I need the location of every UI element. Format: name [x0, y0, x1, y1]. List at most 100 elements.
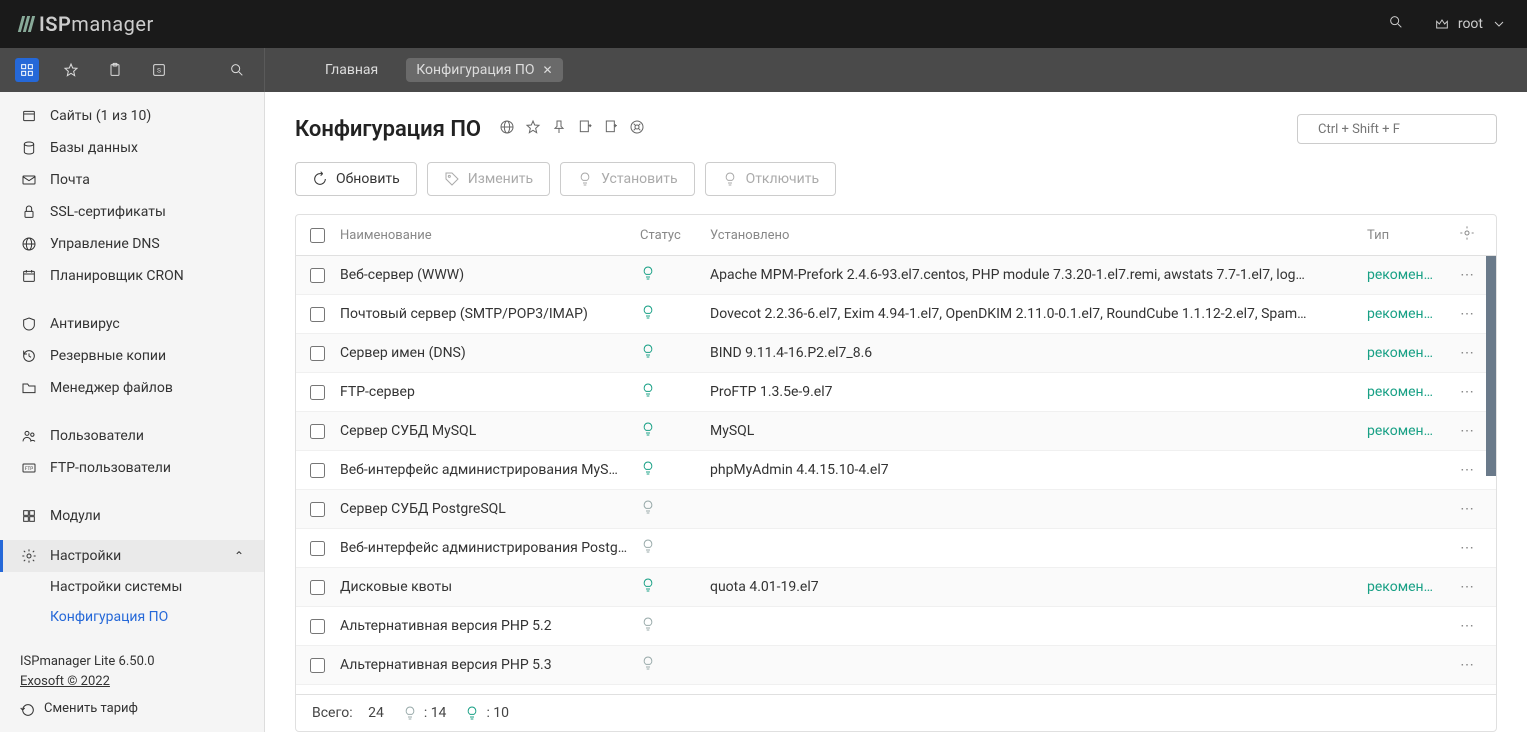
column-status-header[interactable]: Статус — [640, 228, 710, 243]
table-footer: Всего: 24 : 14 : 10 — [296, 694, 1496, 731]
logo[interactable]: ISPmanager — [20, 12, 154, 36]
table-row[interactable]: Сервер СУБД PostgreSQL⋯ — [296, 490, 1496, 529]
row-checkbox[interactable] — [310, 502, 325, 517]
sidebar-item-label: Сайты (1 из 10) — [50, 108, 151, 124]
breadcrumb-active-tab[interactable]: Конфигурация ПО ✕ — [406, 58, 562, 82]
row-checkbox[interactable] — [310, 463, 325, 478]
table-row[interactable]: Альтернативная версия PHP 5.4⋯ — [296, 685, 1496, 694]
row-menu-icon[interactable]: ⋯ — [1452, 306, 1482, 322]
sidebar-item-db[interactable]: Базы данных — [0, 132, 264, 164]
bulb-status-icon — [640, 616, 656, 632]
table-row[interactable]: FTP-серверProFTP 1.3.5e-9.el7рекомен…⋯ — [296, 373, 1496, 412]
copyright-link[interactable]: Exosoft © 2022 — [20, 674, 110, 689]
install-button[interactable]: Установить — [560, 162, 694, 196]
row-checkbox[interactable] — [310, 424, 325, 439]
gear-column-icon[interactable] — [1452, 225, 1482, 245]
row-menu-icon[interactable]: ⋯ — [1452, 423, 1482, 439]
table-row[interactable]: Сервер имен (DNS)BIND 9.11.4-16.P2.el7_8… — [296, 334, 1496, 373]
sidebar-item-av[interactable]: Антивирус — [0, 308, 264, 340]
change-tariff-button[interactable]: Сменить тариф — [20, 699, 244, 720]
row-menu-icon[interactable]: ⋯ — [1452, 501, 1482, 517]
row-checkbox[interactable] — [310, 619, 325, 634]
user-menu[interactable]: root — [1434, 16, 1507, 32]
site-icon — [20, 107, 38, 125]
chevron-up-icon: ⌃ — [234, 549, 244, 563]
page-search[interactable] — [1297, 114, 1497, 144]
sidebar-item-mod[interactable]: Модули — [0, 500, 264, 532]
row-name: Дисковые квоты — [340, 579, 640, 595]
column-installed-header[interactable]: Установлено — [710, 228, 1367, 243]
table-row[interactable]: Веб-сервер (WWW)Apache MPM-Prefork 2.4.6… — [296, 256, 1496, 295]
table-row[interactable]: Веб-интерфейс администрирования MyS…phpM… — [296, 451, 1496, 490]
sidebar-item-cron[interactable]: Планировщик CRON — [0, 260, 264, 292]
star-icon[interactable] — [59, 58, 83, 82]
close-icon[interactable]: ✕ — [542, 63, 552, 77]
sidebar-item-backup[interactable]: Резервные копии — [0, 340, 264, 372]
sidebar-item-ssl[interactable]: SSL-сертификаты — [0, 196, 264, 228]
table-row[interactable]: Альтернативная версия PHP 5.3⋯ — [296, 646, 1496, 685]
sidebar-settings-header[interactable]: Настройки ⌃ — [0, 540, 264, 572]
sidebar-item-label: Менеджер файлов — [50, 380, 173, 396]
row-checkbox[interactable] — [310, 541, 325, 556]
s-box-icon[interactable]: S — [147, 58, 171, 82]
row-menu-icon[interactable]: ⋯ — [1452, 462, 1482, 478]
row-checkbox[interactable] — [310, 658, 325, 673]
breadcrumb-home[interactable]: Главная — [315, 58, 388, 82]
bulb-on-icon — [464, 705, 480, 721]
table-row[interactable]: Альтернативная версия PHP 5.2⋯ — [296, 607, 1496, 646]
clipboard-icon[interactable] — [103, 58, 127, 82]
row-installed: ProFTP 1.3.5e-9.el7 — [710, 384, 1367, 400]
globe-icon[interactable] — [499, 119, 515, 139]
bulb-status-icon — [640, 499, 656, 515]
breadcrumb-active-label: Конфигурация ПО — [416, 62, 534, 78]
copy-out-icon[interactable] — [603, 119, 619, 139]
row-menu-icon[interactable]: ⋯ — [1452, 540, 1482, 556]
table-row[interactable]: Сервер СУБД MySQLMySQLрекомен…⋯ — [296, 412, 1496, 451]
total-label: Всего: — [312, 705, 353, 721]
row-menu-icon[interactable]: ⋯ — [1452, 384, 1482, 400]
row-checkbox[interactable] — [310, 307, 325, 322]
svg-text:S: S — [157, 67, 161, 75]
search-icon[interactable] — [1388, 14, 1404, 34]
star-outline-icon[interactable] — [525, 119, 541, 139]
column-type-header[interactable]: Тип — [1367, 228, 1452, 243]
row-menu-icon[interactable]: ⋯ — [1452, 267, 1482, 283]
row-checkbox[interactable] — [310, 385, 325, 400]
row-checkbox[interactable] — [310, 346, 325, 361]
column-name-header[interactable]: Наименование — [340, 228, 640, 243]
sidebar-item-fm[interactable]: Менеджер файлов — [0, 372, 264, 404]
disable-button[interactable]: Отключить — [705, 162, 837, 196]
refresh-button[interactable]: Обновить — [295, 162, 417, 196]
sidebar-item-users[interactable]: Пользователи — [0, 420, 264, 452]
table-row[interactable]: Веб-интерфейс администрирования Postg…⋯ — [296, 529, 1496, 568]
row-menu-icon[interactable]: ⋯ — [1452, 579, 1482, 595]
menu-tree-icon[interactable] — [15, 58, 39, 82]
sidebar-item-label: Базы данных — [50, 140, 138, 156]
sidebar-item-ftp[interactable]: FTPFTP-пользователи — [0, 452, 264, 484]
sidebar-item-mail[interactable]: Почта — [0, 164, 264, 196]
sidebar-item-site[interactable]: Сайты (1 из 10) — [0, 100, 264, 132]
search-input[interactable] — [1318, 122, 1484, 137]
row-checkbox[interactable] — [310, 268, 325, 283]
row-checkbox[interactable] — [310, 580, 325, 595]
copy-in-icon[interactable] — [577, 119, 593, 139]
help-icon[interactable] — [629, 119, 645, 139]
edit-button[interactable]: Изменить — [427, 162, 550, 196]
row-menu-icon[interactable]: ⋯ — [1452, 345, 1482, 361]
sidebar-sub-system-settings[interactable]: Настройки системы — [0, 572, 264, 602]
sidebar-item-dns[interactable]: Управление DNS — [0, 228, 264, 260]
table-row[interactable]: Дисковые квотыquota 4.01-19.el7рекомен…⋯ — [296, 568, 1496, 607]
select-all-checkbox[interactable] — [310, 228, 325, 243]
pin-icon[interactable] — [551, 119, 567, 139]
users-icon — [20, 427, 38, 445]
table-header-row: Наименование Статус Установлено Тип — [296, 215, 1496, 256]
mail-icon — [20, 171, 38, 189]
row-menu-icon[interactable]: ⋯ — [1452, 618, 1482, 634]
table-row[interactable]: Почтовый сервер (SMTP/POP3/IMAP)Dovecot … — [296, 295, 1496, 334]
row-menu-icon[interactable]: ⋯ — [1452, 657, 1482, 673]
search-sidebar-icon[interactable] — [225, 58, 249, 82]
backup-icon — [20, 347, 38, 365]
scrollbar[interactable] — [1486, 256, 1496, 476]
sidebar-sub-software-config[interactable]: Конфигурация ПО — [0, 602, 264, 632]
chevron-down-icon — [1491, 16, 1507, 32]
